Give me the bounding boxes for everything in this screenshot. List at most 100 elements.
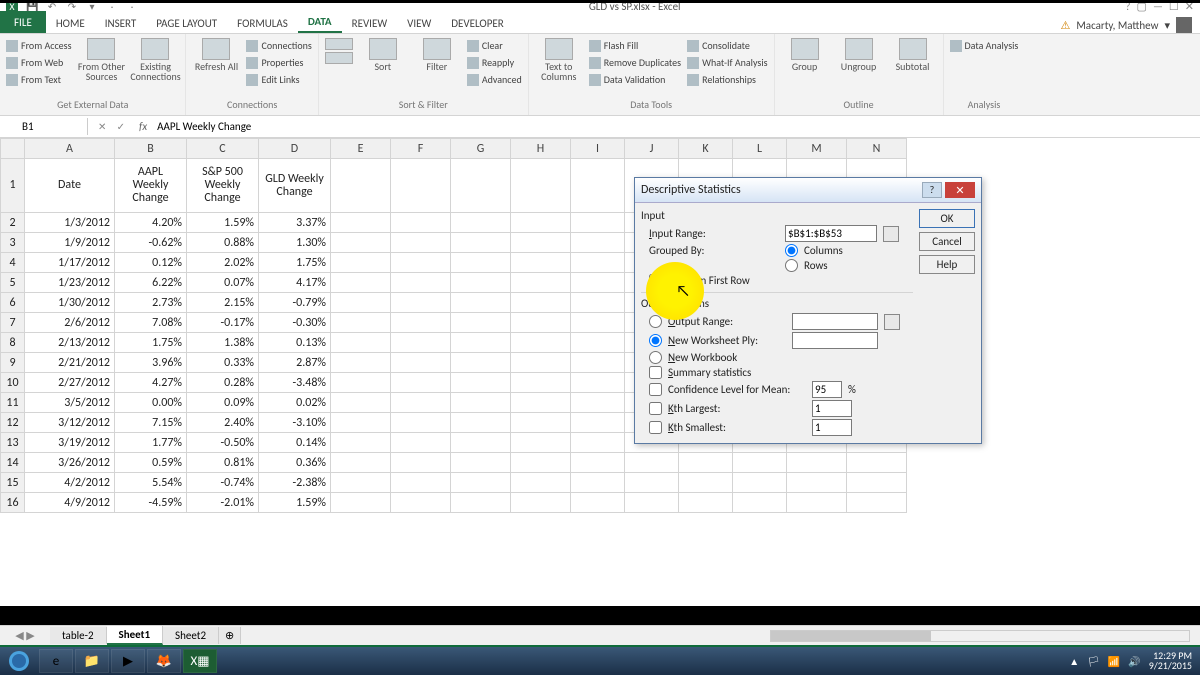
cell[interactable] <box>571 273 625 293</box>
cell[interactable]: 0.59% <box>115 453 187 473</box>
cell[interactable] <box>571 433 625 453</box>
cell[interactable] <box>511 493 571 513</box>
cell[interactable] <box>451 393 511 413</box>
cell[interactable]: 0.00% <box>115 393 187 413</box>
add-sheet-button[interactable]: ⊕ <box>219 627 241 644</box>
kth-largest-checkbox[interactable] <box>649 402 662 415</box>
cell[interactable] <box>511 393 571 413</box>
cell[interactable] <box>571 473 625 493</box>
cell[interactable]: 4.20% <box>115 213 187 233</box>
cell[interactable] <box>391 413 451 433</box>
tab-data[interactable]: DATA <box>298 12 342 33</box>
media-player-icon[interactable]: ▶ <box>111 649 145 673</box>
col-header[interactable]: N <box>847 139 907 159</box>
flash-fill-button[interactable]: Flash Fill <box>589 38 681 53</box>
cell[interactable]: 3.96% <box>115 353 187 373</box>
cell[interactable] <box>331 293 391 313</box>
cell[interactable] <box>511 293 571 313</box>
reapply-button[interactable]: Reapply <box>467 55 522 70</box>
cell[interactable]: 1/23/2012 <box>25 273 115 293</box>
cell[interactable] <box>331 373 391 393</box>
cell[interactable] <box>391 473 451 493</box>
volume-icon[interactable]: 🔊 <box>1128 655 1140 668</box>
file-tab[interactable]: FILE <box>0 11 46 33</box>
col-header[interactable]: K <box>679 139 733 159</box>
tab-insert[interactable]: INSERT <box>95 14 147 33</box>
cell[interactable] <box>511 213 571 233</box>
cell[interactable]: 0.12% <box>115 253 187 273</box>
cell[interactable] <box>571 493 625 513</box>
cell[interactable]: -0.30% <box>259 313 331 333</box>
cell[interactable] <box>787 473 847 493</box>
refresh-all-button[interactable]: Refresh All <box>192 38 240 72</box>
row-header[interactable]: 3 <box>1 233 25 253</box>
cell[interactable] <box>511 313 571 333</box>
cell[interactable] <box>391 353 451 373</box>
ungroup-button[interactable]: Ungroup <box>835 38 883 72</box>
row-header[interactable]: 4 <box>1 253 25 273</box>
sheet-tab[interactable]: table-2 <box>50 627 107 644</box>
sheet-tab-active[interactable]: Sheet1 <box>107 626 164 645</box>
row-header[interactable]: 15 <box>1 473 25 493</box>
output-range-radio[interactable] <box>649 315 662 328</box>
rows-radio[interactable] <box>785 259 798 272</box>
relationships-button[interactable]: Relationships <box>687 72 767 87</box>
cell[interactable] <box>571 453 625 473</box>
cell[interactable] <box>391 233 451 253</box>
cell[interactable] <box>331 353 391 373</box>
cell[interactable] <box>391 453 451 473</box>
filter-button[interactable]: Filter <box>413 38 461 72</box>
cell[interactable]: 2/13/2012 <box>25 333 115 353</box>
cell[interactable] <box>331 253 391 273</box>
cell[interactable]: 0.13% <box>259 333 331 353</box>
cell[interactable] <box>331 313 391 333</box>
col-header[interactable]: J <box>625 139 679 159</box>
clock[interactable]: 12:29 PM 9/21/2015 <box>1149 651 1192 671</box>
name-box[interactable]: B1 <box>16 118 88 135</box>
system-tray[interactable]: ▲ 🏳 📶 🔊 12:29 PM 9/21/2015 <box>1069 651 1200 671</box>
excel-taskbar-icon[interactable]: X▦ <box>183 649 217 673</box>
from-web-button[interactable]: From Web <box>6 55 71 70</box>
cell[interactable] <box>451 453 511 473</box>
columns-radio[interactable] <box>785 244 798 257</box>
dialog-help-icon[interactable]: ? <box>922 182 942 198</box>
col-header[interactable]: M <box>787 139 847 159</box>
cell[interactable] <box>331 413 391 433</box>
cell[interactable] <box>451 333 511 353</box>
cell[interactable] <box>331 473 391 493</box>
what-if-button[interactable]: What-If Analysis <box>687 55 767 70</box>
row-header[interactable]: 13 <box>1 433 25 453</box>
text-to-columns-button[interactable]: Text to Columns <box>535 38 583 82</box>
new-worksheet-field[interactable] <box>792 332 878 349</box>
ok-button[interactable]: OK <box>919 209 975 228</box>
cell[interactable] <box>511 433 571 453</box>
cell[interactable]: 1/30/2012 <box>25 293 115 313</box>
cell[interactable] <box>391 333 451 353</box>
cell[interactable]: 2.87% <box>259 353 331 373</box>
cell[interactable]: 4.17% <box>259 273 331 293</box>
cell[interactable] <box>733 493 787 513</box>
sheet-nav[interactable]: ◀ ▶ <box>0 629 50 642</box>
cell[interactable] <box>391 493 451 513</box>
row-header[interactable]: 2 <box>1 213 25 233</box>
row-header[interactable]: 8 <box>1 333 25 353</box>
collapse-ribbon-icon[interactable]: ▾ <box>1164 19 1170 32</box>
cell[interactable] <box>451 493 511 513</box>
kth-smallest-checkbox[interactable] <box>649 421 662 434</box>
ie-icon[interactable]: e <box>39 649 73 673</box>
cell[interactable] <box>733 453 787 473</box>
kth-smallest-field[interactable] <box>812 419 852 436</box>
cell[interactable] <box>511 373 571 393</box>
cell[interactable]: 0.14% <box>259 433 331 453</box>
cell[interactable] <box>451 353 511 373</box>
tab-formulas[interactable]: FORMULAS <box>227 14 298 33</box>
cell[interactable]: -3.48% <box>259 373 331 393</box>
cell[interactable] <box>391 433 451 453</box>
tab-home[interactable]: HOME <box>46 14 95 33</box>
cell[interactable] <box>331 433 391 453</box>
cell[interactable] <box>451 213 511 233</box>
cell[interactable]: 4/9/2012 <box>25 493 115 513</box>
cell[interactable]: -0.62% <box>115 233 187 253</box>
cell[interactable] <box>331 273 391 293</box>
cell[interactable]: 5.54% <box>115 473 187 493</box>
